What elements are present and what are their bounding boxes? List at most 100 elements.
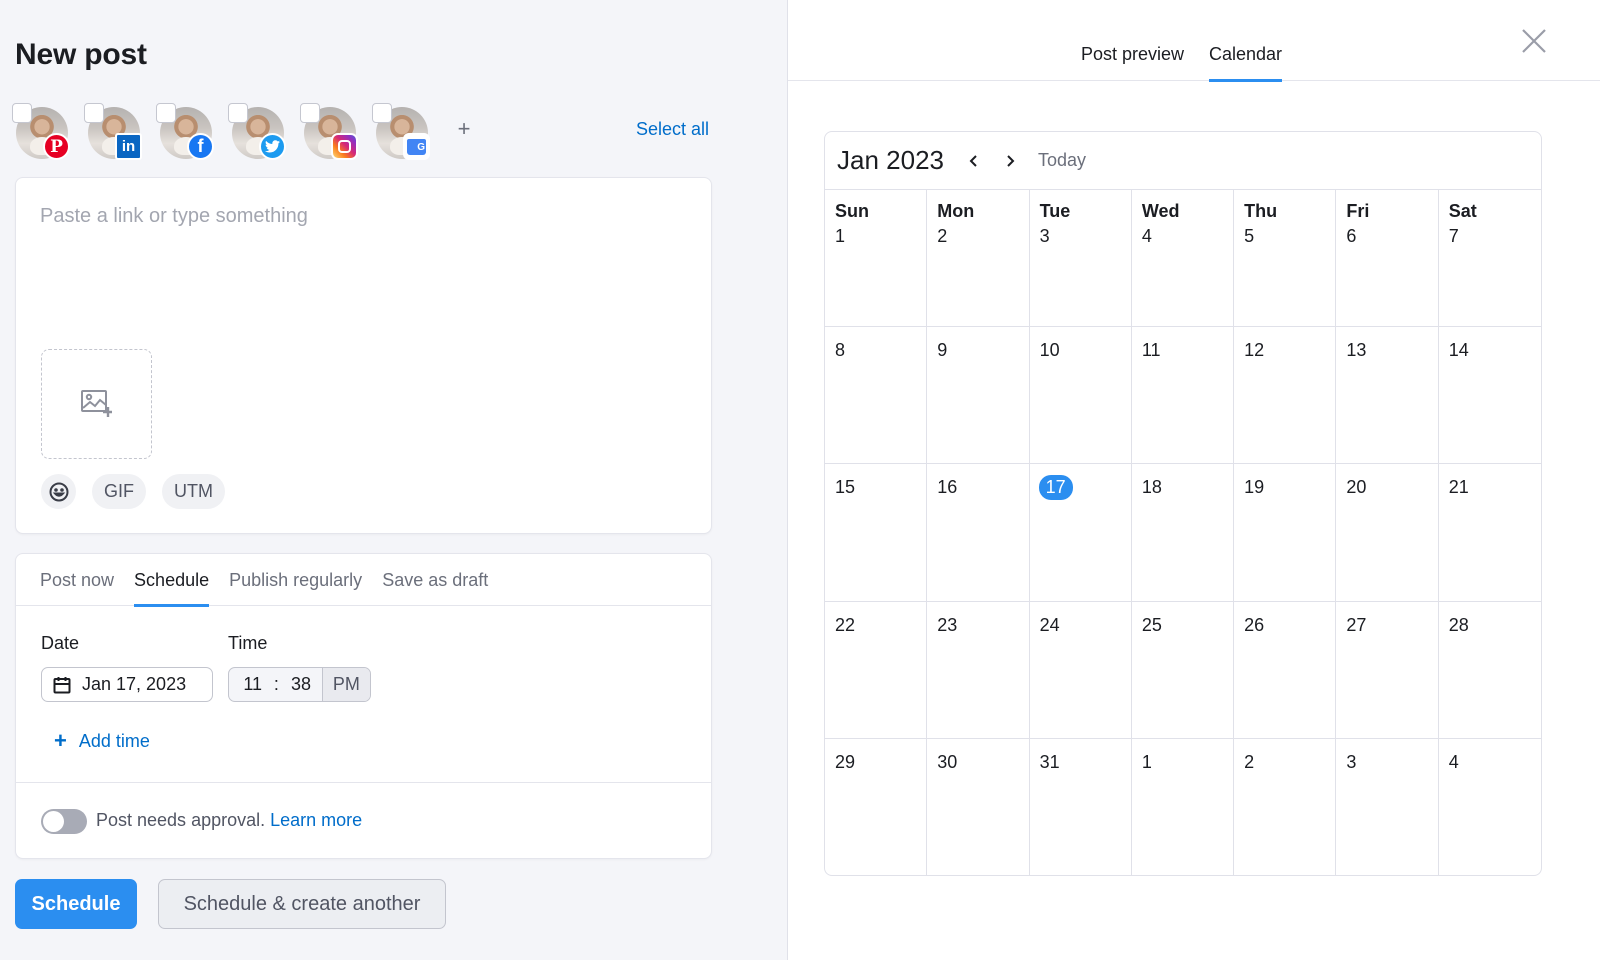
ampm-toggle[interactable]: PM xyxy=(321,668,370,701)
approval-toggle[interactable] xyxy=(41,809,87,834)
calendar-day-cell[interactable]: 16 xyxy=(927,464,1030,602)
calendar-day-cell[interactable]: 14 xyxy=(1438,327,1541,465)
publish-tabs: Post now Schedule Publish regularly Save… xyxy=(16,554,711,607)
calendar-day-cell[interactable]: 30 xyxy=(927,738,1030,875)
emoji-button[interactable] xyxy=(41,474,76,509)
day-number: 4 xyxy=(1448,751,1459,772)
tab-calendar[interactable]: Calendar xyxy=(1209,44,1283,82)
profile-instagram[interactable] xyxy=(300,103,372,163)
calendar-day-cell[interactable]: Wed 4 xyxy=(1131,190,1235,328)
profile-twitter[interactable] xyxy=(228,103,300,163)
calendar-day-cell[interactable]: Tue 3 xyxy=(1029,190,1132,328)
day-number: 2 xyxy=(937,226,948,246)
hour-input[interactable]: 11 xyxy=(229,674,272,695)
profile-facebook[interactable]: f xyxy=(156,103,228,163)
calendar-day-cell[interactable]: 10 xyxy=(1029,327,1132,465)
utm-button[interactable]: UTM xyxy=(162,474,225,509)
calendar-day-cell[interactable]: 28 xyxy=(1438,602,1541,739)
calendar-day-cell[interactable]: 13 xyxy=(1336,327,1439,465)
calendar-icon xyxy=(53,676,71,693)
tab-post-preview[interactable]: Post preview xyxy=(1081,44,1184,81)
today-button[interactable]: Today xyxy=(1038,150,1086,171)
close-icon[interactable] xyxy=(1520,27,1548,55)
calendar-day-cell[interactable]: 3 xyxy=(1336,738,1439,875)
calendar-day-cell[interactable]: 2 xyxy=(1234,738,1337,875)
profile-checkbox[interactable] xyxy=(300,103,320,123)
profile-linkedin[interactable]: in xyxy=(84,103,156,163)
prev-month-button[interactable] xyxy=(962,149,986,173)
calendar-day-cell[interactable]: 11 xyxy=(1131,327,1235,465)
tab-schedule[interactable]: Schedule xyxy=(134,554,210,607)
day-number: 2 xyxy=(1244,751,1255,772)
profile-google-business[interactable]: G xyxy=(372,103,444,163)
calendar-day-cell[interactable]: Mon 2 xyxy=(927,190,1030,328)
calendar-day-cell[interactable]: 12 xyxy=(1234,327,1337,465)
calendar-day-cell[interactable]: 23 xyxy=(927,601,1030,739)
day-number: 27 xyxy=(1346,614,1367,635)
calendar-day-cell[interactable]: Fri 6 xyxy=(1336,190,1439,328)
day-number: 21 xyxy=(1448,477,1469,498)
minute-input[interactable]: 38 xyxy=(280,674,321,695)
profile-checkbox[interactable] xyxy=(84,103,104,123)
calendar-day-cell[interactable]: 17 xyxy=(1029,464,1132,602)
weekday-label: Tue xyxy=(1039,201,1071,221)
calendar-day-cell[interactable]: 22 xyxy=(825,601,928,739)
day-number: 20 xyxy=(1346,477,1367,498)
calendar-day-cell[interactable]: 31 xyxy=(1030,738,1132,875)
calendar-day-cell[interactable]: 8 xyxy=(825,327,928,465)
calendar-day-cell[interactable]: 4 xyxy=(1439,739,1541,875)
calendar-day-cell[interactable]: 1 xyxy=(1132,738,1235,875)
add-profile-button[interactable]: + xyxy=(452,116,476,141)
calendar-day-cell[interactable]: 21 xyxy=(1438,464,1541,602)
calendar-day-cell[interactable]: 29 xyxy=(825,738,928,875)
side-panel: Post preview Calendar Jan 2023 Today Sun… xyxy=(788,0,1600,960)
schedule-and-create-another-button[interactable]: Schedule & create another xyxy=(158,879,446,929)
calendar-day-cell[interactable]: 24 xyxy=(1029,601,1132,739)
calendar-day-cell[interactable]: 9 xyxy=(927,327,1030,465)
profile-checkbox[interactable] xyxy=(372,103,392,123)
calendar-day-cell[interactable]: 25 xyxy=(1131,601,1235,739)
twitter-icon xyxy=(259,133,286,160)
day-number: 19 xyxy=(1244,477,1265,498)
profile-checkbox[interactable] xyxy=(156,103,176,123)
calendar-day-cell[interactable]: 20 xyxy=(1336,464,1439,602)
learn-more-link[interactable]: Learn more xyxy=(270,810,362,830)
profile-pinterest[interactable]: P xyxy=(12,103,84,163)
day-number: 1 xyxy=(835,226,846,246)
calendar-day-cell[interactable]: 26 xyxy=(1234,601,1337,739)
plus-icon: + xyxy=(54,728,67,753)
tab-save-as-draft[interactable]: Save as draft xyxy=(382,554,488,606)
calendar-grid: Sun 1 Mon 2 Tue 3 Wed 4 Thu 5 Fri 6 Sat 7 8 9 10 11 12 13 14… xyxy=(825,190,1541,875)
gif-button[interactable]: GIF xyxy=(92,474,146,509)
add-time-button[interactable]: + Add time xyxy=(54,728,150,754)
select-all-link[interactable]: Select all xyxy=(636,119,709,140)
day-number: 15 xyxy=(835,477,856,498)
calendar-day-cell[interactable]: Sun 1 xyxy=(825,190,928,328)
approval-label: Post needs approval. xyxy=(96,810,266,830)
profile-checkbox[interactable] xyxy=(228,103,248,123)
tab-publish-regularly[interactable]: Publish regularly xyxy=(229,554,362,606)
calendar-header: Jan 2023 Today xyxy=(825,132,1541,190)
day-number: 1 xyxy=(1141,751,1152,772)
calendar-day-cell[interactable]: 19 xyxy=(1234,464,1337,602)
calendar-day-cell[interactable]: Sat 7 xyxy=(1438,190,1541,328)
day-number: 28 xyxy=(1448,614,1469,635)
side-panel-tabs: Post preview Calendar xyxy=(788,0,1600,82)
post-text-input[interactable]: Paste a link or type something xyxy=(40,205,308,228)
date-picker-input[interactable]: Jan 17, 2023 xyxy=(41,667,213,702)
tab-post-now[interactable]: Post now xyxy=(40,554,114,606)
calendar-day-cell[interactable]: Thu 5 xyxy=(1234,190,1337,328)
weekday-label: Mon xyxy=(937,201,975,221)
day-number: 6 xyxy=(1346,226,1357,246)
calendar-day-cell[interactable]: 27 xyxy=(1336,601,1439,739)
day-number: 9 xyxy=(937,340,948,361)
calendar-day-cell[interactable]: 15 xyxy=(825,464,928,602)
add-media-button[interactable] xyxy=(41,349,152,459)
selected-day-number: 17 xyxy=(1038,475,1073,501)
toggle-knob xyxy=(43,811,64,832)
profile-checkbox[interactable] xyxy=(12,103,32,123)
next-month-button[interactable] xyxy=(998,149,1022,173)
calendar-day-cell[interactable]: 18 xyxy=(1131,464,1235,602)
weekday-label: Thu xyxy=(1244,201,1278,221)
schedule-button[interactable]: Schedule xyxy=(15,879,137,929)
